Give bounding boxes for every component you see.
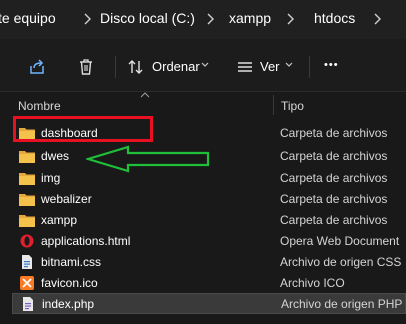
list-item-selected[interactable]: index.php Archivo de origen PHP bbox=[12, 293, 406, 314]
xampp-ico-icon bbox=[20, 276, 34, 290]
toolbar-divider bbox=[309, 56, 310, 78]
file-name: webalizer bbox=[41, 192, 92, 206]
highlight-box bbox=[13, 116, 153, 142]
folder-icon bbox=[19, 194, 35, 206]
separator bbox=[0, 91, 406, 92]
file-type: Carpeta de archivos bbox=[280, 126, 388, 140]
file-type: Carpeta de archivos bbox=[280, 192, 388, 206]
file-type: Opera Web Document bbox=[280, 234, 400, 248]
list-item[interactable]: favicon.ico Archivo ICO bbox=[12, 273, 406, 294]
file-type: Carpeta de archivos bbox=[280, 213, 388, 227]
breadcrumb-this-pc[interactable]: te equipo bbox=[0, 10, 56, 26]
list-item[interactable]: applications.html Opera Web Document bbox=[12, 231, 406, 252]
file-type: Archivo ICO bbox=[280, 276, 345, 290]
list-item[interactable]: xampp Carpeta de archivos bbox=[12, 210, 406, 231]
chevron-right-icon[interactable] bbox=[285, 12, 297, 26]
file-name: xampp bbox=[41, 213, 78, 227]
column-header-name[interactable]: Nombre bbox=[18, 99, 61, 113]
file-name: index.php bbox=[42, 297, 95, 311]
toolbar-divider bbox=[115, 56, 116, 78]
folder-icon bbox=[19, 151, 35, 163]
file-name: img bbox=[41, 171, 61, 185]
address-bar[interactable]: te equipo Disco local (C:) xampp htdocs bbox=[0, 0, 406, 39]
opera-icon bbox=[20, 234, 34, 248]
folder-icon bbox=[19, 173, 35, 185]
more-options-button[interactable]: ••• bbox=[324, 59, 339, 71]
column-resize-handle[interactable] bbox=[273, 95, 274, 115]
file-type: Archivo de origen CSS bbox=[280, 255, 402, 269]
file-type: Archivo de origen PHP bbox=[281, 297, 403, 311]
chevron-down-icon[interactable] bbox=[200, 60, 210, 70]
breadcrumb-xampp[interactable]: xampp bbox=[229, 10, 271, 26]
file-name: dwes bbox=[41, 149, 70, 163]
list-item[interactable]: webalizer Carpeta de archivos bbox=[12, 189, 406, 210]
breadcrumb-htdocs[interactable]: htdocs bbox=[314, 10, 355, 26]
breadcrumb-local-disk[interactable]: Disco local (C:) bbox=[100, 10, 195, 26]
file-type: Carpeta de archivos bbox=[280, 171, 388, 185]
pointer-arrow-icon bbox=[86, 145, 210, 173]
view-button[interactable]: Ver bbox=[260, 59, 280, 74]
chevron-down-icon[interactable] bbox=[284, 60, 294, 70]
view-list-icon[interactable] bbox=[236, 58, 254, 76]
column-header-type[interactable]: Tipo bbox=[281, 99, 304, 113]
sort-ascending-icon bbox=[140, 92, 150, 98]
folder-icon bbox=[19, 215, 35, 227]
command-bar: Ordenar Ver ••• bbox=[0, 39, 406, 91]
file-name: applications.html bbox=[41, 234, 131, 248]
php-file-icon bbox=[23, 297, 33, 311]
share-icon[interactable] bbox=[28, 58, 46, 76]
css-file-icon bbox=[22, 255, 32, 269]
file-name: favicon.ico bbox=[41, 276, 98, 290]
chevron-right-icon[interactable] bbox=[205, 12, 217, 26]
file-name: bitnami.css bbox=[41, 255, 102, 269]
trash-icon[interactable] bbox=[77, 58, 95, 76]
chevron-right-icon[interactable] bbox=[372, 12, 384, 26]
list-item[interactable]: bitnami.css Archivo de origen CSS bbox=[12, 252, 406, 273]
chevron-right-icon[interactable] bbox=[82, 12, 94, 26]
sort-button[interactable]: Ordenar bbox=[152, 59, 200, 74]
file-type: Carpeta de archivos bbox=[280, 149, 388, 163]
sort-icon[interactable] bbox=[127, 58, 145, 76]
